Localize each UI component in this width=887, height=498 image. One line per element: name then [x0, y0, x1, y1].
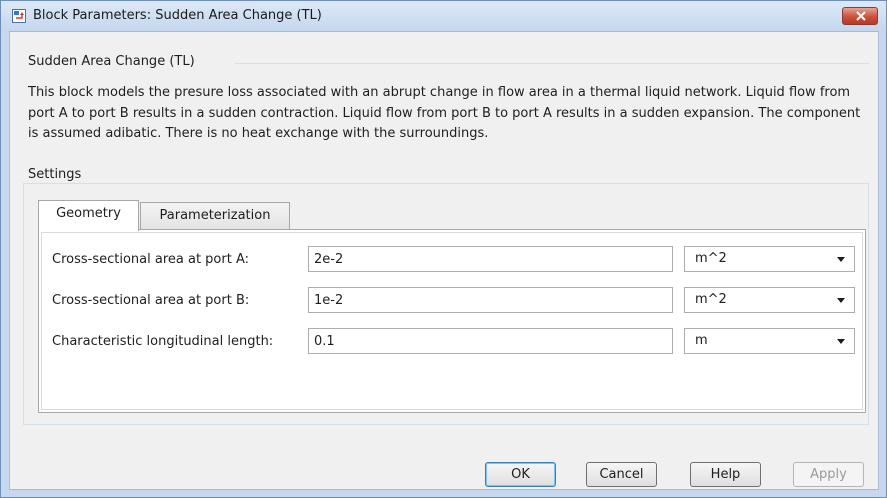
port-b-area-unit-value: m^2 — [695, 292, 727, 307]
port-a-area-input[interactable] — [308, 246, 673, 272]
settings-group-title: Settings — [28, 167, 86, 182]
port-a-area-unit-value: m^2 — [695, 251, 727, 266]
port-a-area-label: Cross-sectional area at port A: — [52, 252, 249, 267]
ok-button[interactable]: OK — [485, 462, 556, 487]
length-unit-value: m — [695, 333, 708, 348]
block-group-divider — [235, 63, 869, 64]
dialog-window: Block Parameters: Sudden Area Change (TL… — [0, 0, 887, 498]
cancel-button[interactable]: Cancel — [586, 462, 657, 487]
length-unit-select[interactable]: m — [684, 328, 855, 354]
block-description: This block models the presure loss assoc… — [28, 85, 861, 141]
tab-geometry[interactable]: Geometry — [38, 200, 139, 231]
window-title: Block Parameters: Sudden Area Change (TL… — [33, 8, 322, 23]
chevron-down-icon — [837, 339, 845, 344]
port-b-area-unit-select[interactable]: m^2 — [684, 287, 855, 313]
close-icon — [856, 11, 866, 21]
apply-button[interactable]: Apply — [793, 462, 864, 487]
port-b-area-label: Cross-sectional area at port B: — [52, 293, 250, 308]
title-bar[interactable]: Block Parameters: Sudden Area Change (TL… — [1, 1, 886, 31]
chevron-down-icon — [837, 257, 845, 262]
block-group-title: Sudden Area Change (TL) — [28, 54, 195, 69]
tab-parameterization[interactable]: Parameterization — [140, 202, 290, 231]
close-button[interactable] — [842, 7, 878, 25]
length-label: Characteristic longitudinal length: — [52, 334, 274, 349]
help-button[interactable]: Help — [690, 462, 761, 487]
simulink-block-icon — [12, 9, 26, 23]
port-a-area-unit-select[interactable]: m^2 — [684, 246, 855, 272]
port-b-area-input[interactable] — [308, 287, 673, 313]
length-input[interactable] — [308, 328, 673, 354]
chevron-down-icon — [837, 298, 845, 303]
